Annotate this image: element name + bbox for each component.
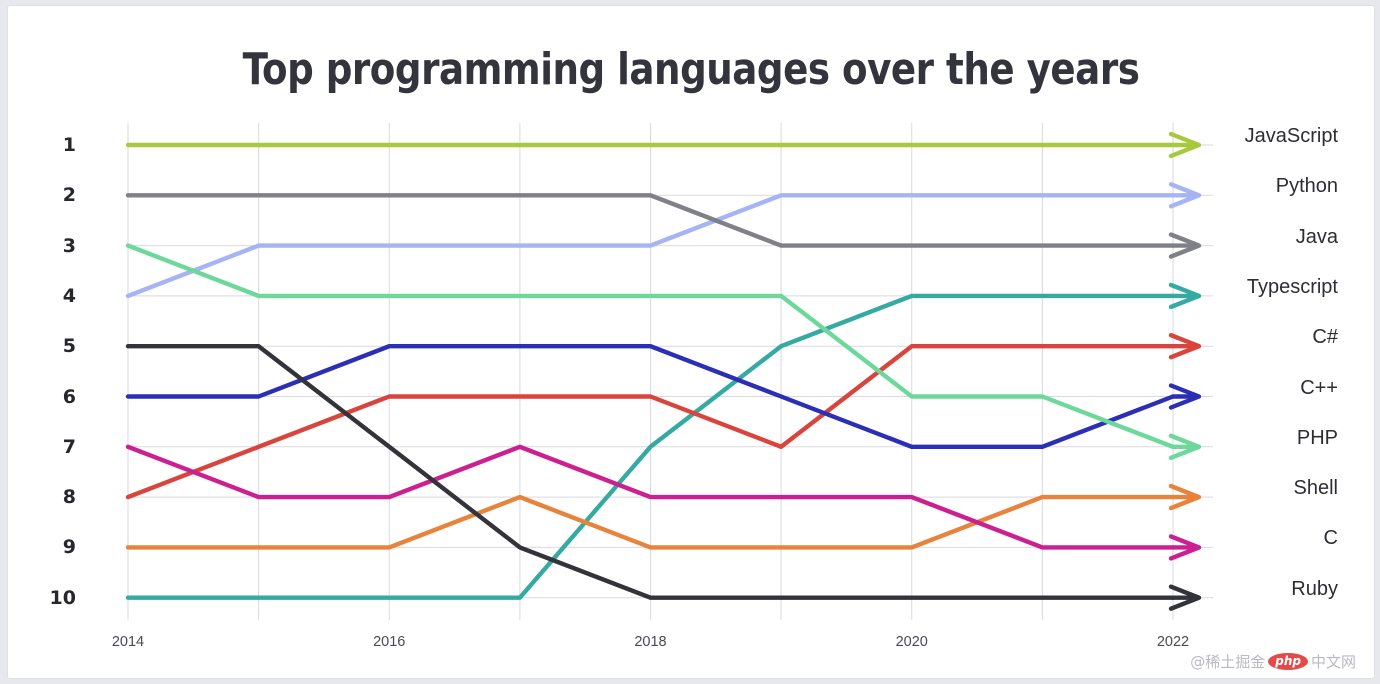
y-axis-tick-label: 8	[62, 486, 76, 509]
y-axis-tick-label: 6	[62, 385, 76, 408]
x-axis-tick-label: 2020	[895, 634, 928, 650]
page-title: Top programming languages over the years	[242, 44, 1140, 95]
series-label-ruby: Ruby	[1291, 577, 1338, 600]
series-label-shell: Shell	[1293, 477, 1338, 500]
series-label-java: Java	[1295, 225, 1338, 248]
series-label-c-: C#	[1312, 326, 1338, 349]
watermark-prefix: @稀土掘金	[1190, 653, 1266, 671]
y-axis-tick-label: 1	[62, 134, 76, 156]
series-label-c: C	[1323, 527, 1338, 550]
chart-card: Top programming languages over the years…	[8, 6, 1374, 678]
series-label-php: PHP	[1296, 426, 1338, 449]
series-line-ruby	[125, 344, 1176, 600]
y-axis-tick-label: 7	[62, 435, 76, 458]
y-axis-tick-label: 4	[62, 284, 76, 307]
series-line-c-	[125, 344, 1176, 500]
y-axis-tick-label: 5	[62, 335, 76, 358]
series-label-c-: C++	[1300, 376, 1338, 399]
watermark-suffix: 中文网	[1310, 653, 1356, 671]
watermark: @稀土掘金 php 中文网	[1190, 651, 1356, 672]
series-line-python	[125, 193, 1176, 299]
y-axis-tick-label: 2	[62, 184, 76, 207]
chart-gridlines	[127, 123, 1213, 620]
series-label-typescript: Typescript	[1246, 275, 1338, 298]
y-axis-tick-label: 9	[62, 536, 76, 559]
x-axis-tick-label: 2022	[1156, 634, 1190, 650]
y-axis-tick-label: 3	[62, 234, 76, 257]
series-line-typescript	[125, 293, 1176, 600]
x-axis-tick-label: 2016	[373, 634, 406, 650]
series-line-php	[125, 243, 1176, 449]
x-axis-tick-label: 2014	[111, 634, 145, 650]
y-axis-tick-label: 10	[49, 586, 76, 609]
series-line-c	[125, 444, 1176, 550]
series-line-java	[125, 193, 1176, 248]
chart-series-lines	[125, 131, 1202, 611]
series-label-javascript: JavaScript	[1244, 125, 1338, 147]
series-line-shell	[125, 494, 1176, 550]
series-line-c-	[125, 344, 1176, 449]
x-axis-tick-label: 2018	[634, 634, 667, 650]
series-label-python: Python	[1275, 175, 1338, 198]
php-logo-icon: php	[1268, 653, 1308, 670]
